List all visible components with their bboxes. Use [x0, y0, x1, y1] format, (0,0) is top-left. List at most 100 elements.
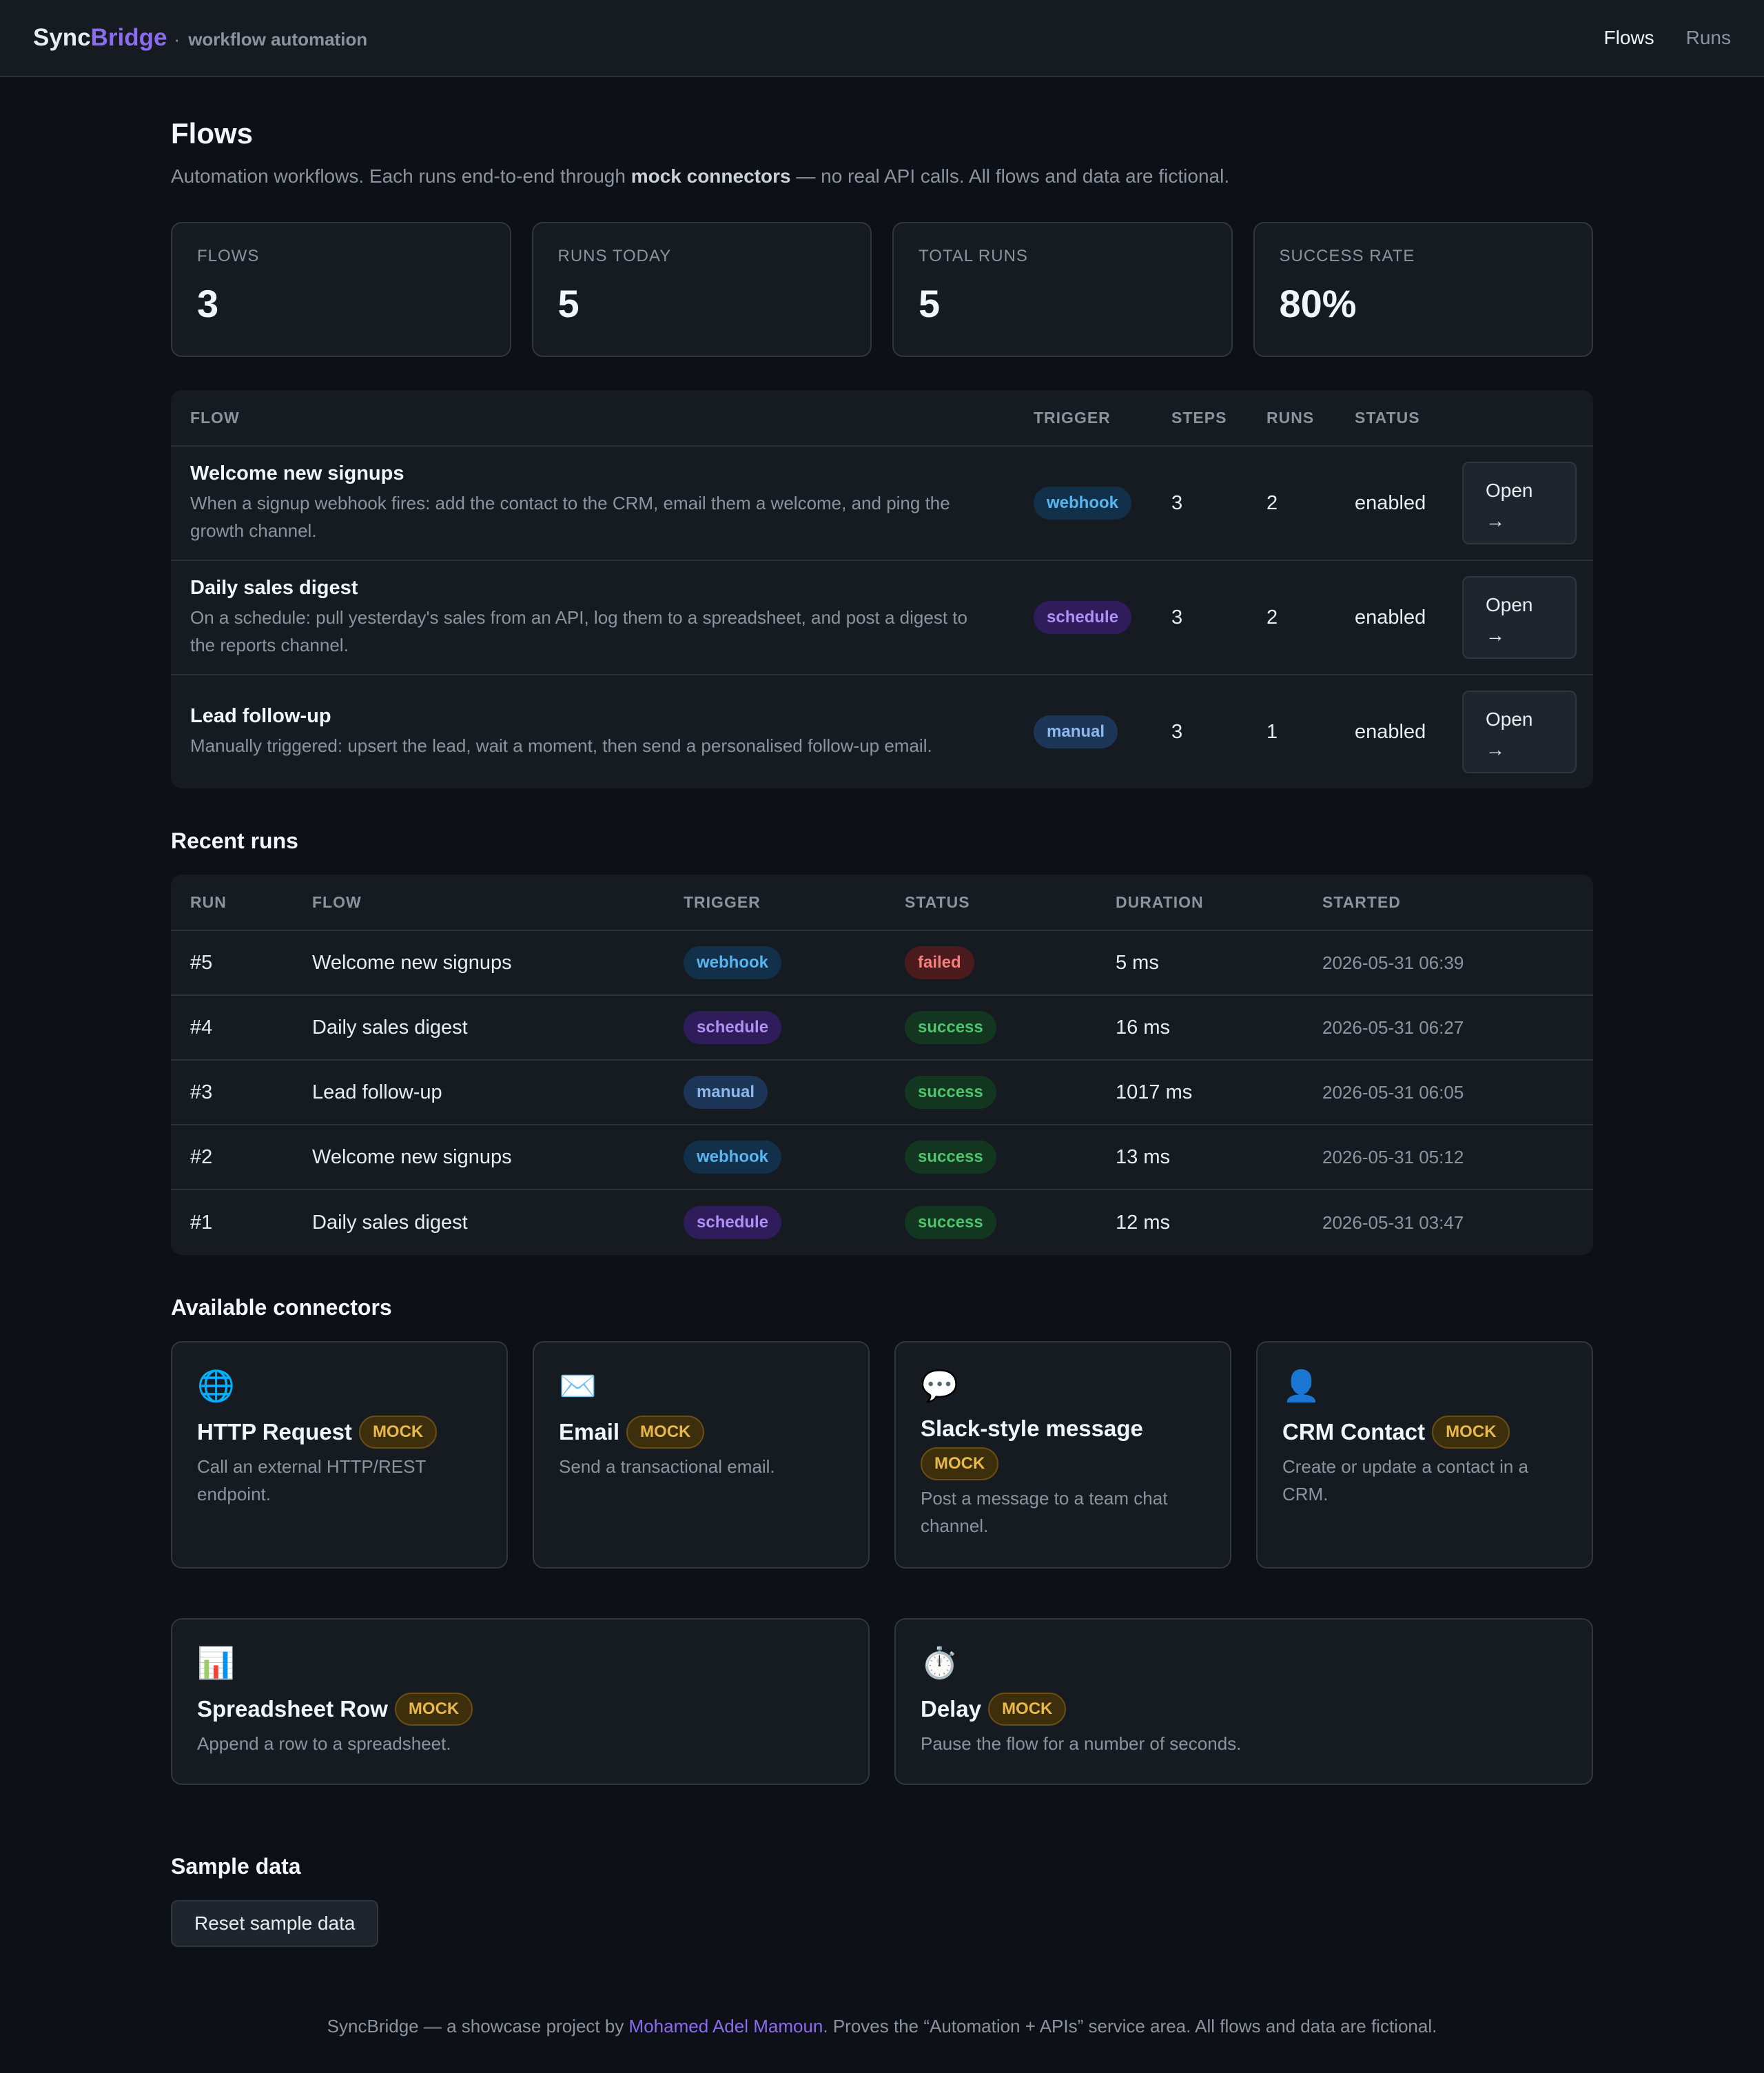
- open-flow-button[interactable]: Open →: [1462, 462, 1577, 544]
- flow-row: Welcome new signups When a signup webhoo…: [171, 447, 1593, 561]
- column-header-flow: FLOW: [190, 408, 240, 427]
- subtitle-text-end: — no real API calls. All flows and data …: [790, 165, 1230, 187]
- run-row[interactable]: #1 Daily sales digest schedule success 1…: [171, 1190, 1593, 1255]
- sample-data-title: Sample data: [171, 1854, 301, 1879]
- brand[interactable]: Sync Bridge · workflow automation: [33, 24, 367, 52]
- flow-cell: Welcome new signups When a signup webhoo…: [190, 462, 1034, 544]
- main-content: Flows Automation workflows. Each runs en…: [171, 77, 1593, 2037]
- author-link[interactable]: Mohamed Adel Mamoun: [629, 2016, 823, 2036]
- flow-name: Daily sales digest: [190, 576, 358, 599]
- connector-card-delay[interactable]: ⏱️ Delay MOCK Pause the flow for a numbe…: [894, 1618, 1593, 1785]
- nav-runs-link[interactable]: Runs: [1686, 27, 1731, 49]
- trigger-badge: schedule: [684, 1206, 782, 1239]
- envelope-icon: ✉️: [559, 1369, 597, 1403]
- connector-card-spreadsheet[interactable]: 📊 Spreadsheet Row MOCK Append a row to a…: [171, 1618, 870, 1785]
- reset-sample-data-button[interactable]: Reset sample data: [171, 1900, 379, 1947]
- recent-runs-title: Recent runs: [171, 828, 298, 853]
- run-started: 2026-05-31 06:05: [1322, 1081, 1464, 1103]
- mock-badge: MOCK: [1432, 1416, 1510, 1449]
- run-row[interactable]: #4 Daily sales digest schedule success 1…: [171, 996, 1593, 1061]
- connector-description: Send a transactional email.: [559, 1456, 775, 1477]
- stat-value: 3: [197, 282, 219, 325]
- stat-card-runs-today: RUNS TODAY 5: [531, 222, 872, 357]
- connector-card-email[interactable]: ✉️ Email MOCK Send a transactional email…: [533, 1341, 870, 1569]
- run-id: #4: [190, 1016, 213, 1039]
- runs-count: 1: [1266, 720, 1278, 743]
- brand-name-first: Sync: [33, 24, 91, 51]
- connector-card-slack[interactable]: 💬 Slack-style message MOCK Post a messag…: [894, 1341, 1231, 1569]
- connectors-grid-second-row: 📊 Spreadsheet Row MOCK Append a row to a…: [171, 1618, 1593, 1785]
- connector-name: CRM Contact: [1282, 1419, 1426, 1444]
- run-duration: 1017 ms: [1116, 1081, 1193, 1103]
- steps-count: 3: [1171, 720, 1183, 743]
- run-row[interactable]: #2 Welcome new signups webhook success 1…: [171, 1125, 1593, 1190]
- steps-count: 3: [1171, 491, 1183, 514]
- nav-flows-link[interactable]: Flows: [1604, 27, 1654, 49]
- brand-tagline: workflow automation: [188, 29, 368, 50]
- trigger-badge: schedule: [684, 1011, 782, 1044]
- run-id: #1: [190, 1211, 213, 1234]
- stats-row: FLOWS 3 RUNS TODAY 5 TOTAL RUNS 5 SUCCES…: [171, 222, 1593, 357]
- open-flow-button[interactable]: Open →: [1462, 691, 1577, 773]
- connector-name: Email: [559, 1419, 620, 1444]
- column-header-run: RUN: [190, 892, 227, 911]
- trigger-badge: webhook: [1034, 487, 1132, 520]
- connector-card-crm[interactable]: 👤 CRM Contact MOCK Create or update a co…: [1256, 1341, 1593, 1569]
- subtitle-text-start: Automation workflows. Each runs end-to-e…: [171, 165, 631, 187]
- run-started: 2026-05-31 05:12: [1322, 1146, 1464, 1167]
- run-duration: 5 ms: [1116, 951, 1159, 974]
- open-flow-button[interactable]: Open →: [1462, 576, 1577, 659]
- run-id: #5: [190, 951, 213, 974]
- run-flow-name: Welcome new signups: [312, 951, 512, 974]
- connectors-title: Available connectors: [171, 1295, 392, 1320]
- run-row[interactable]: #5 Welcome new signups webhook failed 5 …: [171, 931, 1593, 996]
- flow-description: Manually triggered: upsert the lead, wai…: [190, 735, 932, 756]
- status-badge: success: [905, 1206, 996, 1239]
- footer-text-end: . Proves the “Automation + APIs” service…: [823, 2016, 1437, 2036]
- stat-value: 5: [557, 282, 580, 325]
- column-header-runs: RUNS: [1266, 408, 1315, 427]
- stat-label: FLOWS: [197, 247, 260, 265]
- flow-status: enabled: [1355, 491, 1426, 514]
- page-subtitle: Automation workflows. Each runs end-to-e…: [171, 165, 1593, 187]
- flow-description: When a signup webhook fires: add the con…: [190, 492, 950, 541]
- runs-count: 2: [1266, 606, 1278, 629]
- run-row[interactable]: #3 Lead follow-up manual success 1017 ms…: [171, 1061, 1593, 1125]
- run-id: #3: [190, 1081, 213, 1103]
- run-flow-name: Daily sales digest: [312, 1016, 468, 1039]
- globe-icon: 🌐: [197, 1369, 235, 1403]
- steps-count: 3: [1171, 606, 1183, 629]
- page-title: Flows: [171, 117, 254, 150]
- column-header-duration: DURATION: [1116, 892, 1204, 911]
- top-bar: Sync Bridge · workflow automation Flows R…: [0, 0, 1764, 77]
- stat-label: TOTAL RUNS: [919, 247, 1028, 265]
- flow-row: Daily sales digest On a schedule: pull y…: [171, 561, 1593, 675]
- trigger-badge: webhook: [684, 946, 782, 979]
- stat-card-total-runs: TOTAL RUNS 5: [892, 222, 1233, 357]
- person-icon: 👤: [1282, 1369, 1320, 1403]
- flow-name: Welcome new signups: [190, 462, 404, 484]
- stat-label: SUCCESS RATE: [1279, 247, 1415, 265]
- connector-description: Post a message to a team chat channel.: [921, 1488, 1168, 1536]
- trigger-badge: manual: [1034, 715, 1118, 748]
- status-badge: success: [905, 1076, 996, 1109]
- flow-name: Lead follow-up: [190, 704, 331, 727]
- connector-card-http[interactable]: 🌐 HTTP Request MOCK Call an external HTT…: [171, 1341, 508, 1569]
- connector-description: Create or update a contact in a CRM.: [1282, 1456, 1529, 1504]
- connector-description: Pause the flow for a number of seconds.: [921, 1733, 1242, 1754]
- flow-status: enabled: [1355, 606, 1426, 629]
- flow-cell: Lead follow-up Manually triggered: upser…: [190, 705, 1034, 759]
- run-flow-name: Daily sales digest: [312, 1211, 468, 1234]
- column-header-flow: FLOW: [312, 892, 362, 911]
- run-duration: 16 ms: [1116, 1016, 1170, 1039]
- trigger-badge: webhook: [684, 1141, 782, 1174]
- column-header-trigger: TRIGGER: [1034, 408, 1111, 427]
- run-started: 2026-05-31 06:27: [1322, 1017, 1464, 1038]
- trigger-badge: manual: [684, 1076, 768, 1109]
- column-header-status: STATUS: [1355, 408, 1420, 427]
- bar-chart-icon: 📊: [197, 1646, 235, 1680]
- run-duration: 12 ms: [1116, 1211, 1170, 1234]
- run-flow-name: Lead follow-up: [312, 1081, 442, 1103]
- mock-badge: MOCK: [394, 1693, 473, 1726]
- run-started: 2026-05-31 06:39: [1322, 952, 1464, 973]
